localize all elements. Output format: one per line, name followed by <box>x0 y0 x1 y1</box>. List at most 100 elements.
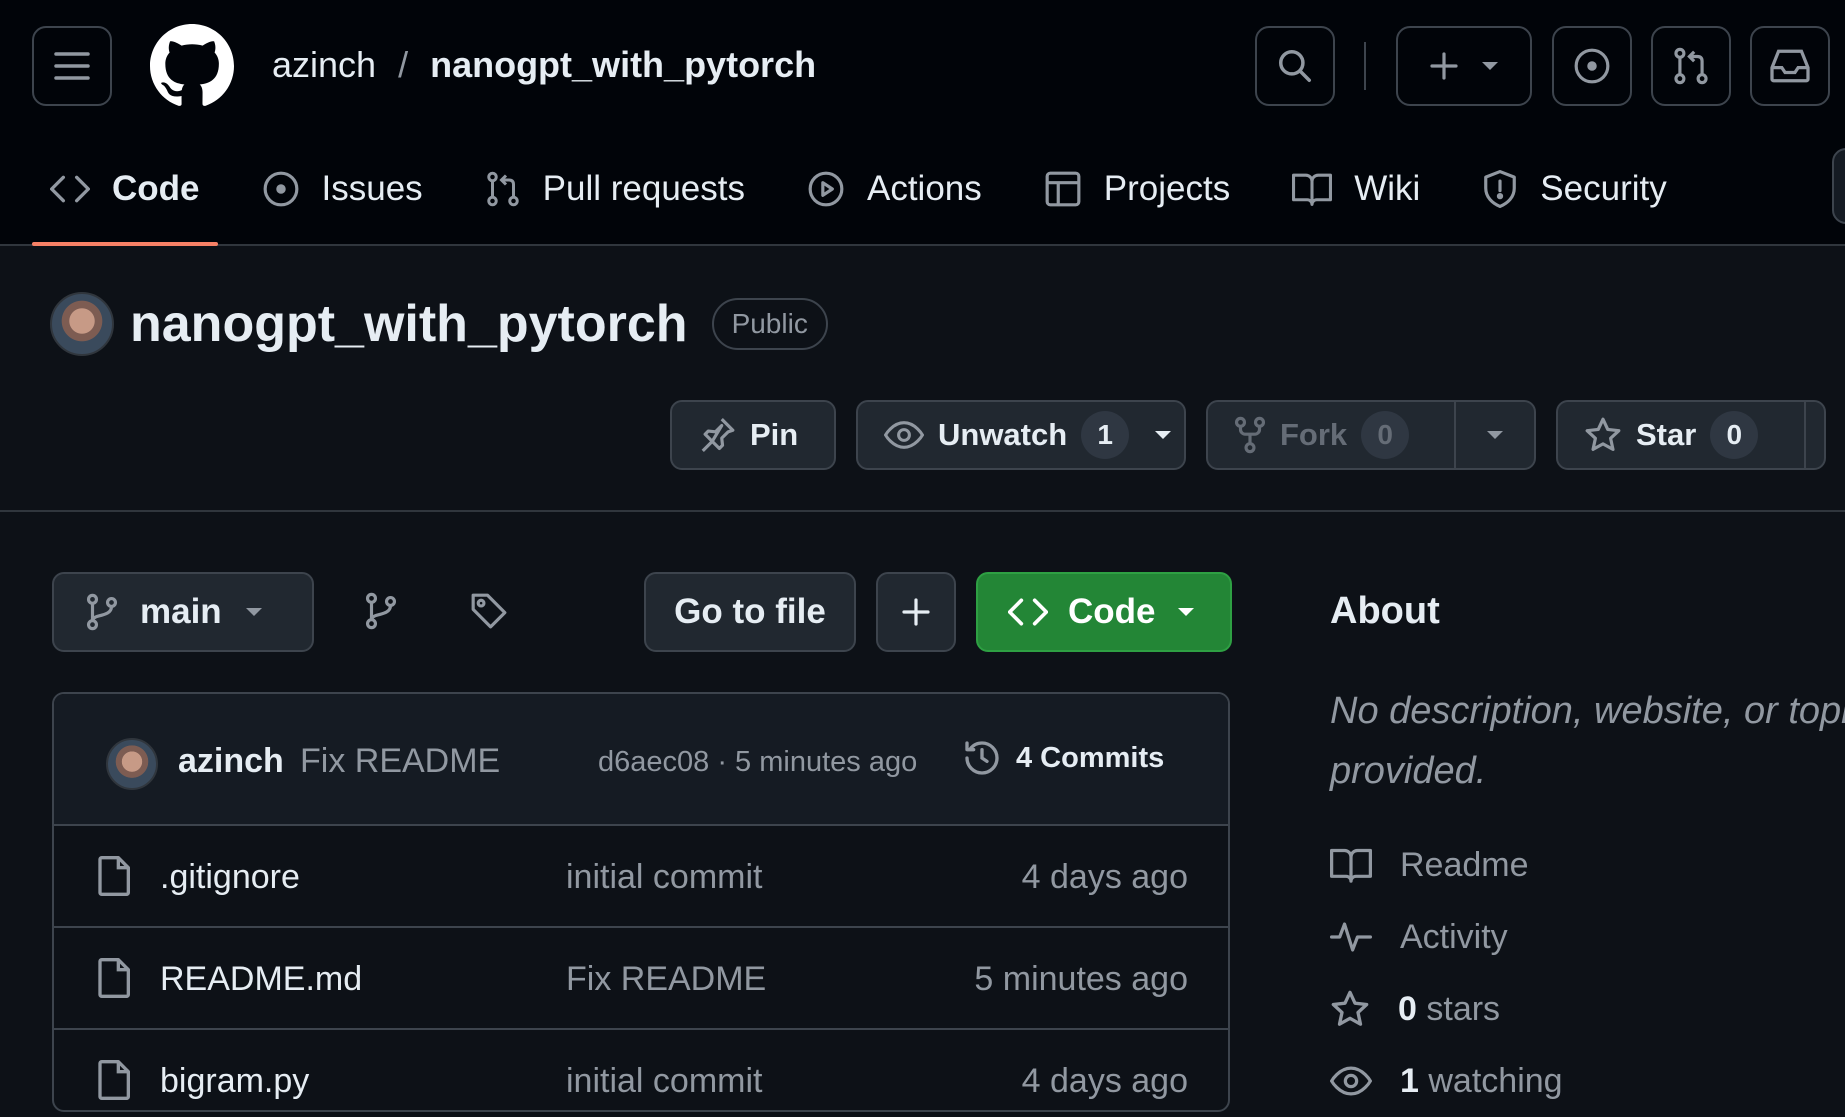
commit-count-label: 4 Commits <box>1016 741 1165 774</box>
tab-code[interactable]: Code <box>32 150 218 246</box>
commit-author-avatar[interactable] <box>106 738 158 790</box>
tab-actions-label: Actions <box>866 169 982 208</box>
code-button-label: Code <box>1068 592 1156 631</box>
search-button[interactable] <box>1255 26 1335 106</box>
issue-icon <box>1574 48 1610 84</box>
play-icon <box>808 171 844 207</box>
branch-selector[interactable]: main <box>52 572 314 652</box>
your-pull-requests-button[interactable] <box>1651 26 1731 106</box>
tab-overflow-button[interactable] <box>1832 148 1845 224</box>
file-name[interactable]: .gitignore <box>160 858 300 897</box>
caret-down-icon <box>1177 608 1194 616</box>
table-row[interactable]: bigram.py initial commit 4 days ago <box>54 1030 1228 1110</box>
table-icon <box>1045 171 1081 207</box>
go-to-file-button[interactable]: Go to file <box>644 572 856 652</box>
tab-security[interactable]: Security <box>1464 150 1684 228</box>
code-dropdown-button[interactable]: Code <box>976 572 1232 652</box>
tab-issues-label: Issues <box>321 169 423 208</box>
github-logo-icon[interactable] <box>150 24 234 108</box>
star-icon <box>1331 990 1369 1026</box>
breadcrumb-owner-link[interactable]: azinch <box>272 44 376 86</box>
watching-label: watching <box>1428 1061 1563 1100</box>
owner-avatar[interactable] <box>50 292 114 356</box>
create-new-button[interactable] <box>1396 26 1532 106</box>
latest-commit-bar: azinch Fix README d6aec08 · 5 minutes ag… <box>54 694 1228 826</box>
readme-label: Readme <box>1400 845 1529 884</box>
about-description-line: No description, website, or topics <box>1330 690 1845 732</box>
file-icon <box>98 1060 130 1100</box>
table-row[interactable]: README.md Fix README 5 minutes ago <box>54 928 1228 1030</box>
tab-security-label: Security <box>1540 169 1667 208</box>
about-description-line: provided. <box>1330 750 1487 792</box>
commit-message[interactable]: Fix README <box>300 742 500 781</box>
tab-actions[interactable]: Actions <box>789 150 1000 228</box>
about-sidebar: About No description, website, or topics… <box>1330 590 1845 1117</box>
section-divider <box>0 510 1845 512</box>
pin-icon <box>701 418 735 452</box>
fork-icon <box>1234 416 1266 454</box>
file-commit-message[interactable]: initial commit <box>566 858 762 897</box>
pull-request-icon <box>486 171 519 207</box>
search-icon <box>1279 50 1311 82</box>
commit-author[interactable]: azinch <box>178 742 284 781</box>
history-icon <box>965 741 999 775</box>
fork-button[interactable]: Fork 0 <box>1208 402 1454 468</box>
book-icon <box>1330 848 1372 883</box>
pin-button[interactable]: Pin <box>670 400 836 470</box>
file-commit-message[interactable]: initial commit <box>566 1062 762 1101</box>
tab-wiki[interactable]: Wiki <box>1274 150 1438 228</box>
inbox-button[interactable] <box>1750 26 1830 106</box>
about-links: Readme Activity 0 stars 1 watching <box>1330 829 1845 1117</box>
stars-link[interactable]: 0 stars <box>1330 973 1845 1045</box>
file-icon <box>98 856 130 896</box>
star-button-group: Star 0 <box>1556 400 1826 470</box>
readme-link[interactable]: Readme <box>1330 829 1845 901</box>
star-label: Star <box>1636 417 1697 452</box>
watching-link[interactable]: 1 watching <box>1330 1045 1845 1117</box>
table-row[interactable]: .gitignore initial commit 4 days ago <box>54 826 1228 928</box>
tags-link[interactable] <box>470 592 508 630</box>
issue-icon <box>263 171 298 207</box>
caret-down-icon <box>1155 431 1172 439</box>
tab-pull-requests[interactable]: Pull requests <box>467 150 763 228</box>
commit-meta[interactable]: d6aec08 · 5 minutes ago <box>598 746 917 779</box>
tab-projects[interactable]: Projects <box>1026 150 1248 228</box>
book-icon <box>1292 173 1333 206</box>
branch-icon <box>86 593 118 631</box>
tab-issues[interactable]: Issues <box>244 150 441 228</box>
file-name[interactable]: README.md <box>160 960 362 999</box>
star-dropdown-button[interactable] <box>1804 402 1824 468</box>
star-button[interactable]: Star 0 <box>1558 402 1804 468</box>
inbox-icon <box>1770 49 1810 83</box>
stars-count: 0 <box>1398 989 1417 1028</box>
add-file-button[interactable] <box>876 572 956 652</box>
about-description: No description, website, or topics provi… <box>1330 681 1845 801</box>
header-divider <box>1364 42 1366 90</box>
menu-button[interactable] <box>32 26 112 106</box>
repo-nav-tabs: Code Issues Pull requests Actions Projec… <box>32 150 1711 246</box>
repo-title[interactable]: nanogpt_with_pytorch <box>130 294 688 354</box>
repo-title-bar: nanogpt_with_pytorch Public <box>50 292 828 356</box>
activity-label: Activity <box>1400 917 1508 956</box>
tab-projects-label: Projects <box>1103 169 1231 208</box>
about-title: About <box>1330 590 1440 632</box>
unwatch-button[interactable]: Unwatch 1 <box>856 400 1186 470</box>
breadcrumb: azinch / nanogpt_with_pytorch <box>272 44 816 86</box>
branch-name: main <box>140 592 222 631</box>
branch-icon <box>365 592 397 630</box>
plus-icon <box>1430 52 1458 80</box>
fork-label: Fork <box>1280 417 1348 452</box>
top-header: azinch / nanogpt_with_pytorch Code Issue… <box>0 0 1845 246</box>
your-issues-button[interactable] <box>1552 26 1632 106</box>
fork-dropdown-button[interactable] <box>1454 402 1534 468</box>
activity-link[interactable]: Activity <box>1330 901 1845 973</box>
breadcrumb-repo-link[interactable]: nanogpt_with_pytorch <box>430 44 816 86</box>
branches-link[interactable] <box>364 592 398 630</box>
code-icon <box>1008 598 1048 626</box>
file-commit-message[interactable]: Fix README <box>566 960 766 999</box>
file-name[interactable]: bigram.py <box>160 1062 309 1101</box>
hamburger-icon <box>54 52 90 80</box>
tab-wiki-label: Wiki <box>1354 169 1421 208</box>
commits-link[interactable]: 4 Commits <box>962 738 1164 778</box>
pull-request-icon <box>1674 47 1708 85</box>
